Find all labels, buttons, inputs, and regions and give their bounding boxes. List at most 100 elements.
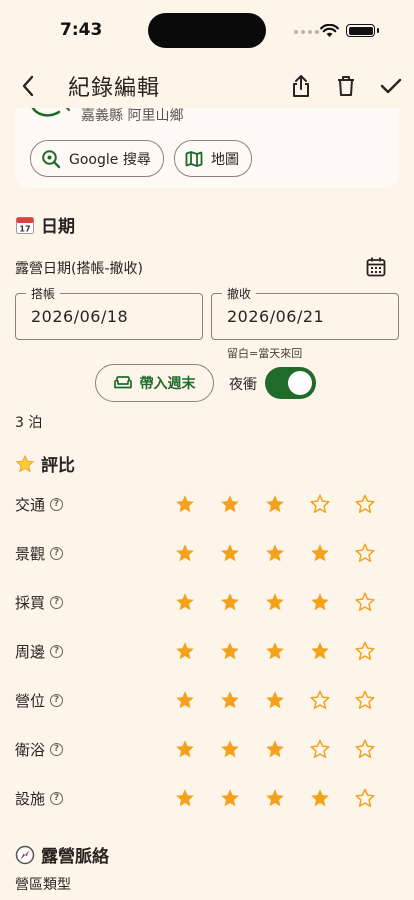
- checkin-date-field[interactable]: 搭帳 2026/06/18: [15, 285, 203, 340]
- dynamic-island: [148, 13, 266, 48]
- star-outline-icon[interactable]: [354, 640, 376, 662]
- check-icon: [380, 78, 402, 94]
- star-filled-icon[interactable]: [174, 787, 196, 809]
- page-title: 紀錄編輯: [68, 76, 161, 101]
- fill-weekend-label: 帶入週末: [139, 376, 196, 392]
- help-icon[interactable]: ?: [50, 596, 64, 609]
- star-outline-icon[interactable]: [354, 591, 376, 613]
- star-filled-icon[interactable]: [174, 493, 196, 515]
- help-icon[interactable]: ?: [50, 498, 64, 511]
- rating-row: 周邊?: [0, 631, 414, 671]
- star-filled-icon[interactable]: [174, 542, 196, 564]
- date-section-title: 17 日期: [15, 212, 75, 237]
- app-bar: 紀錄編輯: [0, 62, 414, 108]
- place-address: 嘉義縣 阿里山鄉: [81, 108, 184, 124]
- share-button[interactable]: [288, 73, 314, 99]
- star-outline-icon[interactable]: [354, 689, 376, 711]
- campsite-leaf-icon: [31, 108, 70, 117]
- star-filled-icon[interactable]: [309, 542, 331, 564]
- checkout-date-legend: 撤收: [222, 285, 257, 302]
- rating-row: 設施?: [0, 778, 414, 818]
- star-filled-icon[interactable]: [264, 591, 286, 613]
- star-outline-icon[interactable]: [354, 542, 376, 564]
- star-emoji-icon: [15, 454, 35, 474]
- place-card: 嘉義縣 阿里山鄉 Google 搜尋 地圖: [15, 108, 399, 188]
- camp-date-label: 露營日期(搭帳-撤收): [15, 261, 143, 277]
- share-icon: [293, 75, 309, 97]
- fill-weekend-button[interactable]: 帶入週末: [95, 364, 214, 402]
- star-filled-icon[interactable]: [264, 738, 286, 760]
- star-outline-icon[interactable]: [309, 738, 331, 760]
- calendar-icon: [366, 257, 386, 277]
- overnight-toggle[interactable]: [265, 367, 316, 399]
- star-outline-icon[interactable]: [309, 493, 331, 515]
- context-section-title-text: 露營脈絡: [41, 847, 109, 867]
- star-filled-icon[interactable]: [174, 591, 196, 613]
- star-filled-icon[interactable]: [309, 591, 331, 613]
- star-filled-icon[interactable]: [219, 787, 241, 809]
- compass-emoji-icon: [15, 845, 35, 865]
- star-filled-icon[interactable]: [309, 640, 331, 662]
- star-filled-icon[interactable]: [264, 689, 286, 711]
- rating-label: 設施?: [15, 788, 64, 809]
- star-filled-icon[interactable]: [174, 689, 196, 711]
- rating-label-text: 交通: [15, 496, 46, 514]
- star-filled-icon[interactable]: [309, 787, 331, 809]
- star-filled-icon[interactable]: [174, 738, 196, 760]
- rating-label-text: 設施: [15, 790, 46, 808]
- rating-row: 採買?: [0, 582, 414, 622]
- rating-label-text: 營位: [15, 692, 46, 710]
- checkin-date-legend: 搭帳: [26, 285, 61, 302]
- help-icon[interactable]: ?: [50, 547, 64, 560]
- star-filled-icon[interactable]: [219, 738, 241, 760]
- star-filled-icon[interactable]: [219, 493, 241, 515]
- checkout-date-field[interactable]: 撤收 2026/06/21: [211, 285, 399, 340]
- google-search-button[interactable]: Google 搜尋: [30, 140, 164, 177]
- rating-label: 衛浴?: [15, 739, 64, 760]
- delete-button[interactable]: [333, 73, 359, 99]
- star-filled-icon[interactable]: [219, 542, 241, 564]
- calendar-emoji-icon: 17: [15, 215, 35, 235]
- star-filled-icon[interactable]: [264, 640, 286, 662]
- help-icon[interactable]: ?: [50, 694, 64, 707]
- wifi-icon: [320, 23, 339, 42]
- star-outline-icon[interactable]: [309, 689, 331, 711]
- checkout-helper-text: 留白=當天來回: [227, 347, 303, 360]
- map-label: 地圖: [211, 151, 239, 168]
- star-filled-icon[interactable]: [219, 689, 241, 711]
- rating-label: 周邊?: [15, 641, 64, 662]
- star-outline-icon[interactable]: [354, 787, 376, 809]
- rating-label: 營位?: [15, 690, 64, 711]
- rating-row: 營位?: [0, 680, 414, 720]
- rating-row: 交通?: [0, 484, 414, 524]
- checkin-date-value: 2026/06/18: [31, 307, 129, 326]
- calendar-picker-button[interactable]: [364, 255, 388, 279]
- overnight-label: 夜衝: [229, 377, 257, 393]
- rating-label: 採買?: [15, 592, 64, 613]
- map-button[interactable]: 地圖: [174, 140, 252, 177]
- help-icon[interactable]: ?: [50, 792, 64, 805]
- checkout-date-value: 2026/06/21: [227, 307, 325, 326]
- google-search-label: Google 搜尋: [69, 151, 151, 168]
- rating-label-text: 衛浴: [15, 741, 46, 759]
- rating-label-text: 周邊: [15, 643, 46, 661]
- star-filled-icon[interactable]: [219, 591, 241, 613]
- help-icon[interactable]: ?: [50, 743, 64, 756]
- help-icon[interactable]: ?: [50, 645, 64, 658]
- star-filled-icon[interactable]: [264, 493, 286, 515]
- save-button[interactable]: [378, 73, 404, 99]
- star-outline-icon[interactable]: [354, 493, 376, 515]
- rating-row: 衛浴?: [0, 729, 414, 769]
- star-filled-icon[interactable]: [219, 640, 241, 662]
- context-section-title: 露營脈絡: [15, 842, 109, 867]
- star-filled-icon[interactable]: [264, 787, 286, 809]
- rating-label: 景觀?: [15, 543, 64, 564]
- star-filled-icon[interactable]: [174, 640, 196, 662]
- camp-type-label: 營區類型: [15, 877, 71, 893]
- nights-count: 3 泊: [15, 415, 43, 431]
- rating-label: 交通?: [15, 494, 64, 515]
- status-bar: 7:43: [0, 0, 414, 62]
- back-button[interactable]: [14, 72, 42, 100]
- star-outline-icon[interactable]: [354, 738, 376, 760]
- star-filled-icon[interactable]: [264, 542, 286, 564]
